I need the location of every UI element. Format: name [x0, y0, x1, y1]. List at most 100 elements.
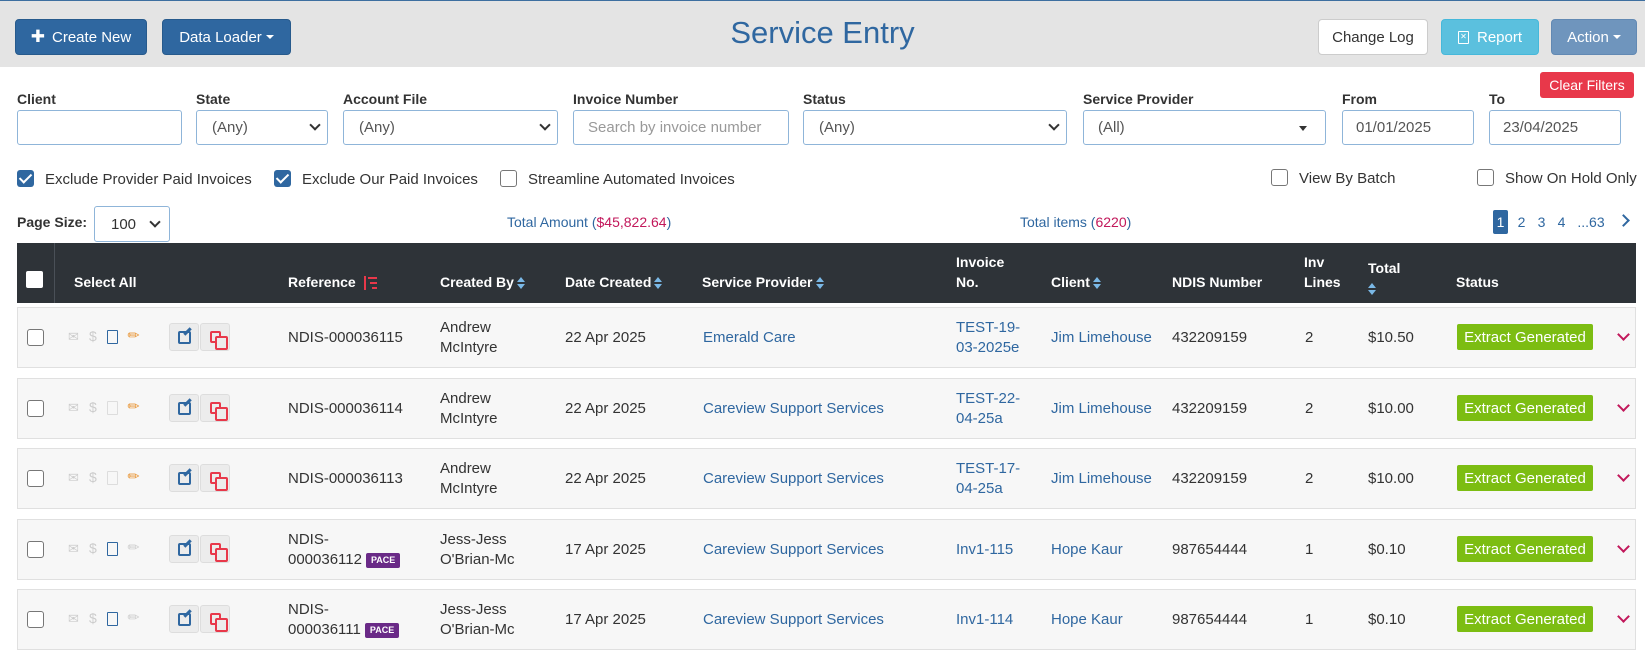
dollar-icon[interactable]: $ — [89, 399, 97, 415]
client-link[interactable]: Hope Kaur — [1051, 610, 1123, 630]
page-last-link[interactable]: ...63 — [1575, 210, 1607, 234]
envelope-icon[interactable]: ✉ — [68, 611, 79, 627]
client-link[interactable]: Jim Limehouse — [1051, 399, 1152, 419]
paperclip-icon[interactable]: ✎ — [124, 466, 144, 486]
account-file-select[interactable]: (Any) — [343, 110, 558, 145]
chevron-down-icon[interactable] — [1617, 328, 1630, 341]
service-provider-link[interactable]: Careview Support Services — [703, 469, 884, 489]
paperclip-icon[interactable]: ✎ — [124, 325, 144, 345]
header-total[interactable]: Total — [1368, 258, 1400, 298]
table-row[interactable]: ✉ $ ✎ NDIS-000036115 Andrew McIntyre 22 … — [17, 307, 1636, 368]
invoice-number-input[interactable]: Search by invoice number — [573, 110, 789, 145]
header-client[interactable]: Client — [1051, 272, 1101, 292]
page-4-link[interactable]: 4 — [1555, 210, 1568, 234]
action-button[interactable]: Action — [1551, 19, 1637, 55]
from-date-input[interactable]: 01/01/2025 — [1342, 110, 1474, 145]
account-file-label: Account File — [343, 91, 428, 107]
envelope-icon[interactable]: ✉ — [68, 541, 79, 557]
select-all-checkbox[interactable] — [26, 271, 43, 288]
copy-button[interactable] — [200, 535, 230, 563]
exclude-provider-paid-checkbox[interactable] — [17, 170, 34, 187]
edit-button[interactable] — [169, 323, 199, 351]
row-checkbox[interactable] — [27, 329, 44, 346]
paperclip-icon[interactable]: ✎ — [124, 607, 144, 627]
header-reference[interactable]: Reference — [288, 272, 377, 292]
chevron-down-icon[interactable] — [1617, 540, 1630, 553]
document-icon[interactable] — [107, 401, 118, 415]
page-3-link[interactable]: 3 — [1535, 210, 1548, 234]
edit-button[interactable] — [169, 535, 199, 563]
change-log-button[interactable]: Change Log — [1318, 19, 1428, 55]
data-loader-button[interactable]: Data Loader — [162, 19, 291, 55]
chevron-down-icon[interactable] — [1617, 399, 1630, 412]
row-checkbox[interactable] — [27, 541, 44, 558]
invoice-no-link[interactable]: TEST-22- 04-25a — [956, 389, 1020, 429]
client-input[interactable] — [17, 110, 182, 145]
state-select[interactable]: (Any) — [196, 110, 328, 145]
select-all-label[interactable]: Select All — [74, 272, 137, 292]
copy-button[interactable] — [200, 464, 230, 492]
service-provider-link[interactable]: Careview Support Services — [703, 610, 884, 630]
ndis-number-cell: 987654444 — [1172, 611, 1248, 628]
create-new-button[interactable]: ✚ Create New — [15, 19, 147, 55]
dollar-icon[interactable]: $ — [89, 328, 97, 344]
status-select[interactable]: (Any) — [803, 110, 1067, 145]
paperclip-icon[interactable]: ✎ — [124, 537, 144, 557]
document-icon[interactable] — [107, 542, 118, 556]
invoice-no-link[interactable]: TEST-17- 04-25a — [956, 459, 1020, 499]
service-provider-select[interactable]: (All) — [1083, 110, 1326, 145]
row-checkbox[interactable] — [27, 470, 44, 487]
clear-filters-button[interactable]: Clear Filters — [1540, 72, 1634, 98]
header-created-by[interactable]: Created By — [440, 272, 525, 292]
dollar-icon[interactable]: $ — [89, 469, 97, 485]
service-provider-link[interactable]: Careview Support Services — [703, 540, 884, 560]
page-size-select[interactable]: 100 — [94, 206, 170, 242]
edit-button[interactable] — [169, 464, 199, 492]
paperclip-icon[interactable]: ✎ — [124, 396, 144, 416]
invoice-no-link[interactable]: TEST-19- 03-2025e — [956, 318, 1020, 358]
header-status: Status — [1456, 274, 1499, 290]
page-1-link[interactable]: 1 — [1493, 210, 1508, 234]
copy-button[interactable] — [200, 323, 230, 351]
client-link[interactable]: Jim Limehouse — [1051, 469, 1152, 489]
document-icon[interactable] — [107, 471, 118, 485]
client-link[interactable]: Hope Kaur — [1051, 540, 1123, 560]
chevron-right-icon[interactable] — [1617, 214, 1630, 227]
invoice-no-link[interactable]: Inv1-114 — [956, 610, 1013, 630]
copy-icon — [209, 331, 228, 350]
dollar-icon[interactable]: $ — [89, 540, 97, 556]
chevron-down-icon[interactable] — [1617, 469, 1630, 482]
invoice-no-link[interactable]: Inv1-115 — [956, 540, 1013, 560]
page-2-link[interactable]: 2 — [1515, 210, 1528, 234]
envelope-icon[interactable]: ✉ — [68, 329, 79, 345]
table-row[interactable]: ✉ $ ✎ NDIS- 000036111 PACE Jess-Jess O'Br… — [17, 589, 1636, 650]
total-cell: $10.50 — [1368, 329, 1414, 346]
status-badge: Extract Generated — [1457, 536, 1593, 562]
service-provider-link[interactable]: Careview Support Services — [703, 399, 884, 419]
view-by-batch-checkbox[interactable] — [1271, 169, 1288, 186]
client-link[interactable]: Jim Limehouse — [1051, 328, 1152, 348]
envelope-icon[interactable]: ✉ — [68, 400, 79, 416]
service-provider-link[interactable]: Emerald Care — [703, 328, 796, 348]
copy-button[interactable] — [200, 394, 230, 422]
table-row[interactable]: ✉ $ ✎ NDIS-000036114 Andrew McIntyre 22 … — [17, 378, 1636, 439]
table-row[interactable]: ✉ $ ✎ NDIS-000036113 Andrew McIntyre 22 … — [17, 448, 1636, 509]
edit-button[interactable] — [169, 605, 199, 633]
to-date-input[interactable]: 23/04/2025 — [1489, 110, 1621, 145]
copy-button[interactable] — [200, 605, 230, 633]
row-checkbox[interactable] — [27, 400, 44, 417]
document-icon[interactable] — [107, 330, 118, 344]
edit-button[interactable] — [169, 394, 199, 422]
envelope-icon[interactable]: ✉ — [68, 470, 79, 486]
document-icon[interactable] — [107, 612, 118, 626]
header-service-provider[interactable]: Service Provider — [702, 272, 824, 292]
chevron-down-icon[interactable] — [1617, 610, 1630, 623]
header-date-created[interactable]: Date Created — [565, 272, 663, 292]
row-checkbox[interactable] — [27, 611, 44, 628]
table-row[interactable]: ✉ $ ✎ NDIS- 000036112 PACE Jess-Jess O'Br… — [17, 519, 1636, 580]
show-on-hold-only-checkbox[interactable] — [1477, 169, 1494, 186]
dollar-icon[interactable]: $ — [89, 610, 97, 626]
report-button[interactable]: ✕ Report — [1441, 19, 1539, 55]
exclude-our-paid-checkbox[interactable] — [274, 170, 291, 187]
streamline-automated-checkbox[interactable] — [500, 170, 517, 187]
